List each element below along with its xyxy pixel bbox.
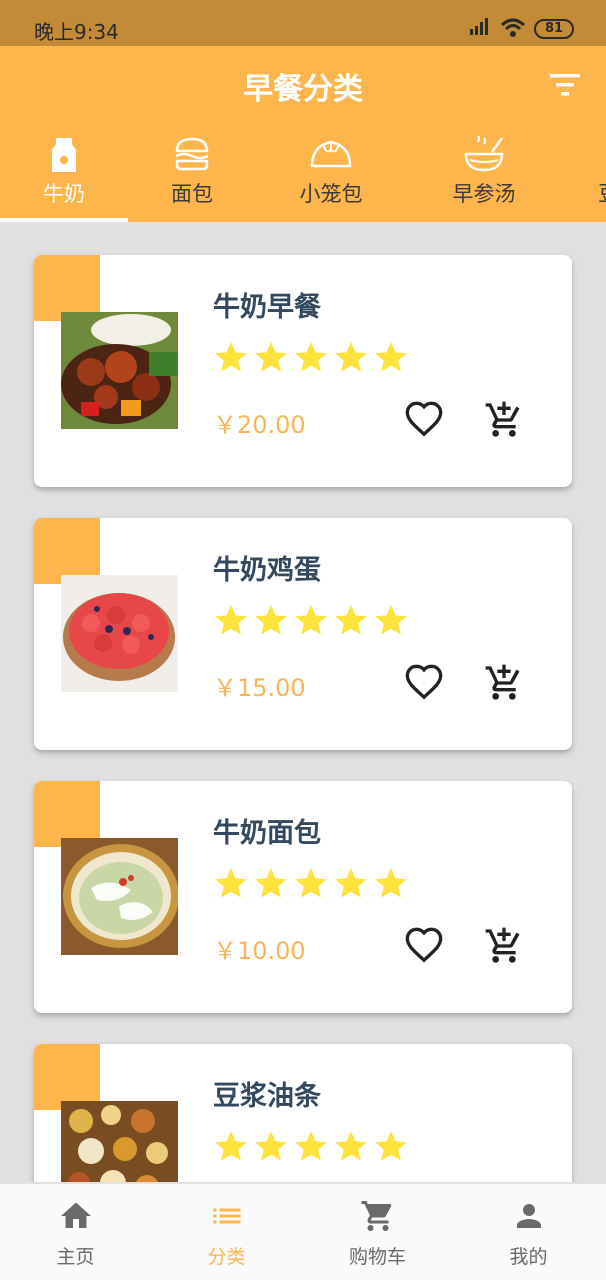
- star-icon: [255, 1131, 287, 1161]
- soup-bowl-icon: [464, 136, 504, 172]
- nav-me[interactable]: 我的: [453, 1184, 604, 1280]
- status-time: 晚上9:34: [34, 20, 119, 44]
- home-icon: [60, 1202, 91, 1228]
- star-icon: [295, 868, 327, 898]
- star-icon: [215, 605, 247, 635]
- add-to-cart-icon[interactable]: [484, 926, 524, 966]
- star-icon: [375, 605, 407, 635]
- app-bar: 早餐分类 牛奶 面包 小笼包 早参汤: [0, 46, 606, 222]
- star-icon: [215, 342, 247, 372]
- person-icon: [516, 1204, 541, 1228]
- star-icon: [375, 1131, 407, 1161]
- cellular-signal-icon: [470, 18, 488, 35]
- cart-icon: [361, 1201, 391, 1231]
- tab-bread[interactable]: 面包: [128, 132, 256, 222]
- nav-home[interactable]: 主页: [0, 1184, 151, 1280]
- product-name: 牛奶早餐: [213, 292, 321, 323]
- favorite-heart-icon[interactable]: [404, 926, 444, 966]
- product-card[interactable]: 牛奶鸡蛋 ￥15.00: [34, 518, 572, 750]
- star-icon: [375, 342, 407, 372]
- burger-icon: [175, 137, 209, 171]
- food-photo[interactable]: [61, 575, 178, 692]
- star-rating: [213, 1128, 413, 1168]
- product-card[interactable]: 牛奶早餐 ￥20.00: [34, 255, 572, 487]
- star-icon: [215, 868, 247, 898]
- add-to-cart-icon[interactable]: [484, 663, 524, 703]
- star-icon: [295, 342, 327, 372]
- bottom-navigation: 主页 分类 购物车 我的: [0, 1183, 606, 1280]
- star-icon: [335, 342, 367, 372]
- filter-icon[interactable]: [548, 70, 582, 100]
- product-price: ￥10.00: [213, 937, 306, 965]
- list-icon: [213, 1208, 240, 1224]
- star-rating: [213, 339, 413, 379]
- product-name: 牛奶面包: [213, 818, 321, 849]
- tab-partial[interactable]: 豆: [592, 132, 606, 222]
- product-list[interactable]: 牛奶早餐 ￥20.00 牛奶鸡蛋 ￥15.00 牛奶面包 ￥10.00 豆浆油条: [0, 222, 606, 1182]
- milk-icon: [52, 138, 76, 172]
- star-icon: [295, 605, 327, 635]
- star-rating: [213, 865, 413, 905]
- star-icon: [375, 868, 407, 898]
- status-bar: 晚上9:34 81: [0, 0, 606, 46]
- category-tabs: 牛奶 面包 小笼包 早参汤: [0, 132, 606, 222]
- star-icon: [335, 868, 367, 898]
- star-icon: [255, 868, 287, 898]
- food-photo[interactable]: [61, 838, 178, 955]
- page-title: 早餐分类: [243, 72, 363, 107]
- tab-milk[interactable]: 牛奶: [0, 132, 128, 222]
- favorite-heart-icon[interactable]: [404, 400, 444, 440]
- favorite-heart-icon[interactable]: [404, 663, 444, 703]
- star-icon: [335, 1131, 367, 1161]
- product-price: ￥15.00: [213, 674, 306, 702]
- bun-icon: [310, 140, 352, 168]
- battery-indicator: 81: [534, 19, 574, 39]
- product-price: ￥20.00: [213, 411, 306, 439]
- star-icon: [215, 1131, 247, 1161]
- nav-cart[interactable]: 购物车: [302, 1184, 453, 1280]
- wifi-icon: [500, 18, 526, 37]
- food-photo[interactable]: [61, 1101, 178, 1182]
- tab-morning-soup[interactable]: 早参汤: [406, 132, 562, 222]
- product-card[interactable]: 豆浆油条: [34, 1044, 572, 1182]
- star-rating: [213, 602, 413, 642]
- product-card[interactable]: 牛奶面包 ￥10.00: [34, 781, 572, 1013]
- add-to-cart-icon[interactable]: [484, 400, 524, 440]
- star-icon: [295, 1131, 327, 1161]
- nav-category[interactable]: 分类: [151, 1184, 302, 1280]
- star-icon: [335, 605, 367, 635]
- star-icon: [255, 342, 287, 372]
- tab-xiaolongbao[interactable]: 小笼包: [256, 132, 406, 222]
- food-photo[interactable]: [61, 312, 178, 429]
- product-name: 豆浆油条: [213, 1081, 321, 1112]
- star-icon: [255, 605, 287, 635]
- product-name: 牛奶鸡蛋: [213, 555, 321, 586]
